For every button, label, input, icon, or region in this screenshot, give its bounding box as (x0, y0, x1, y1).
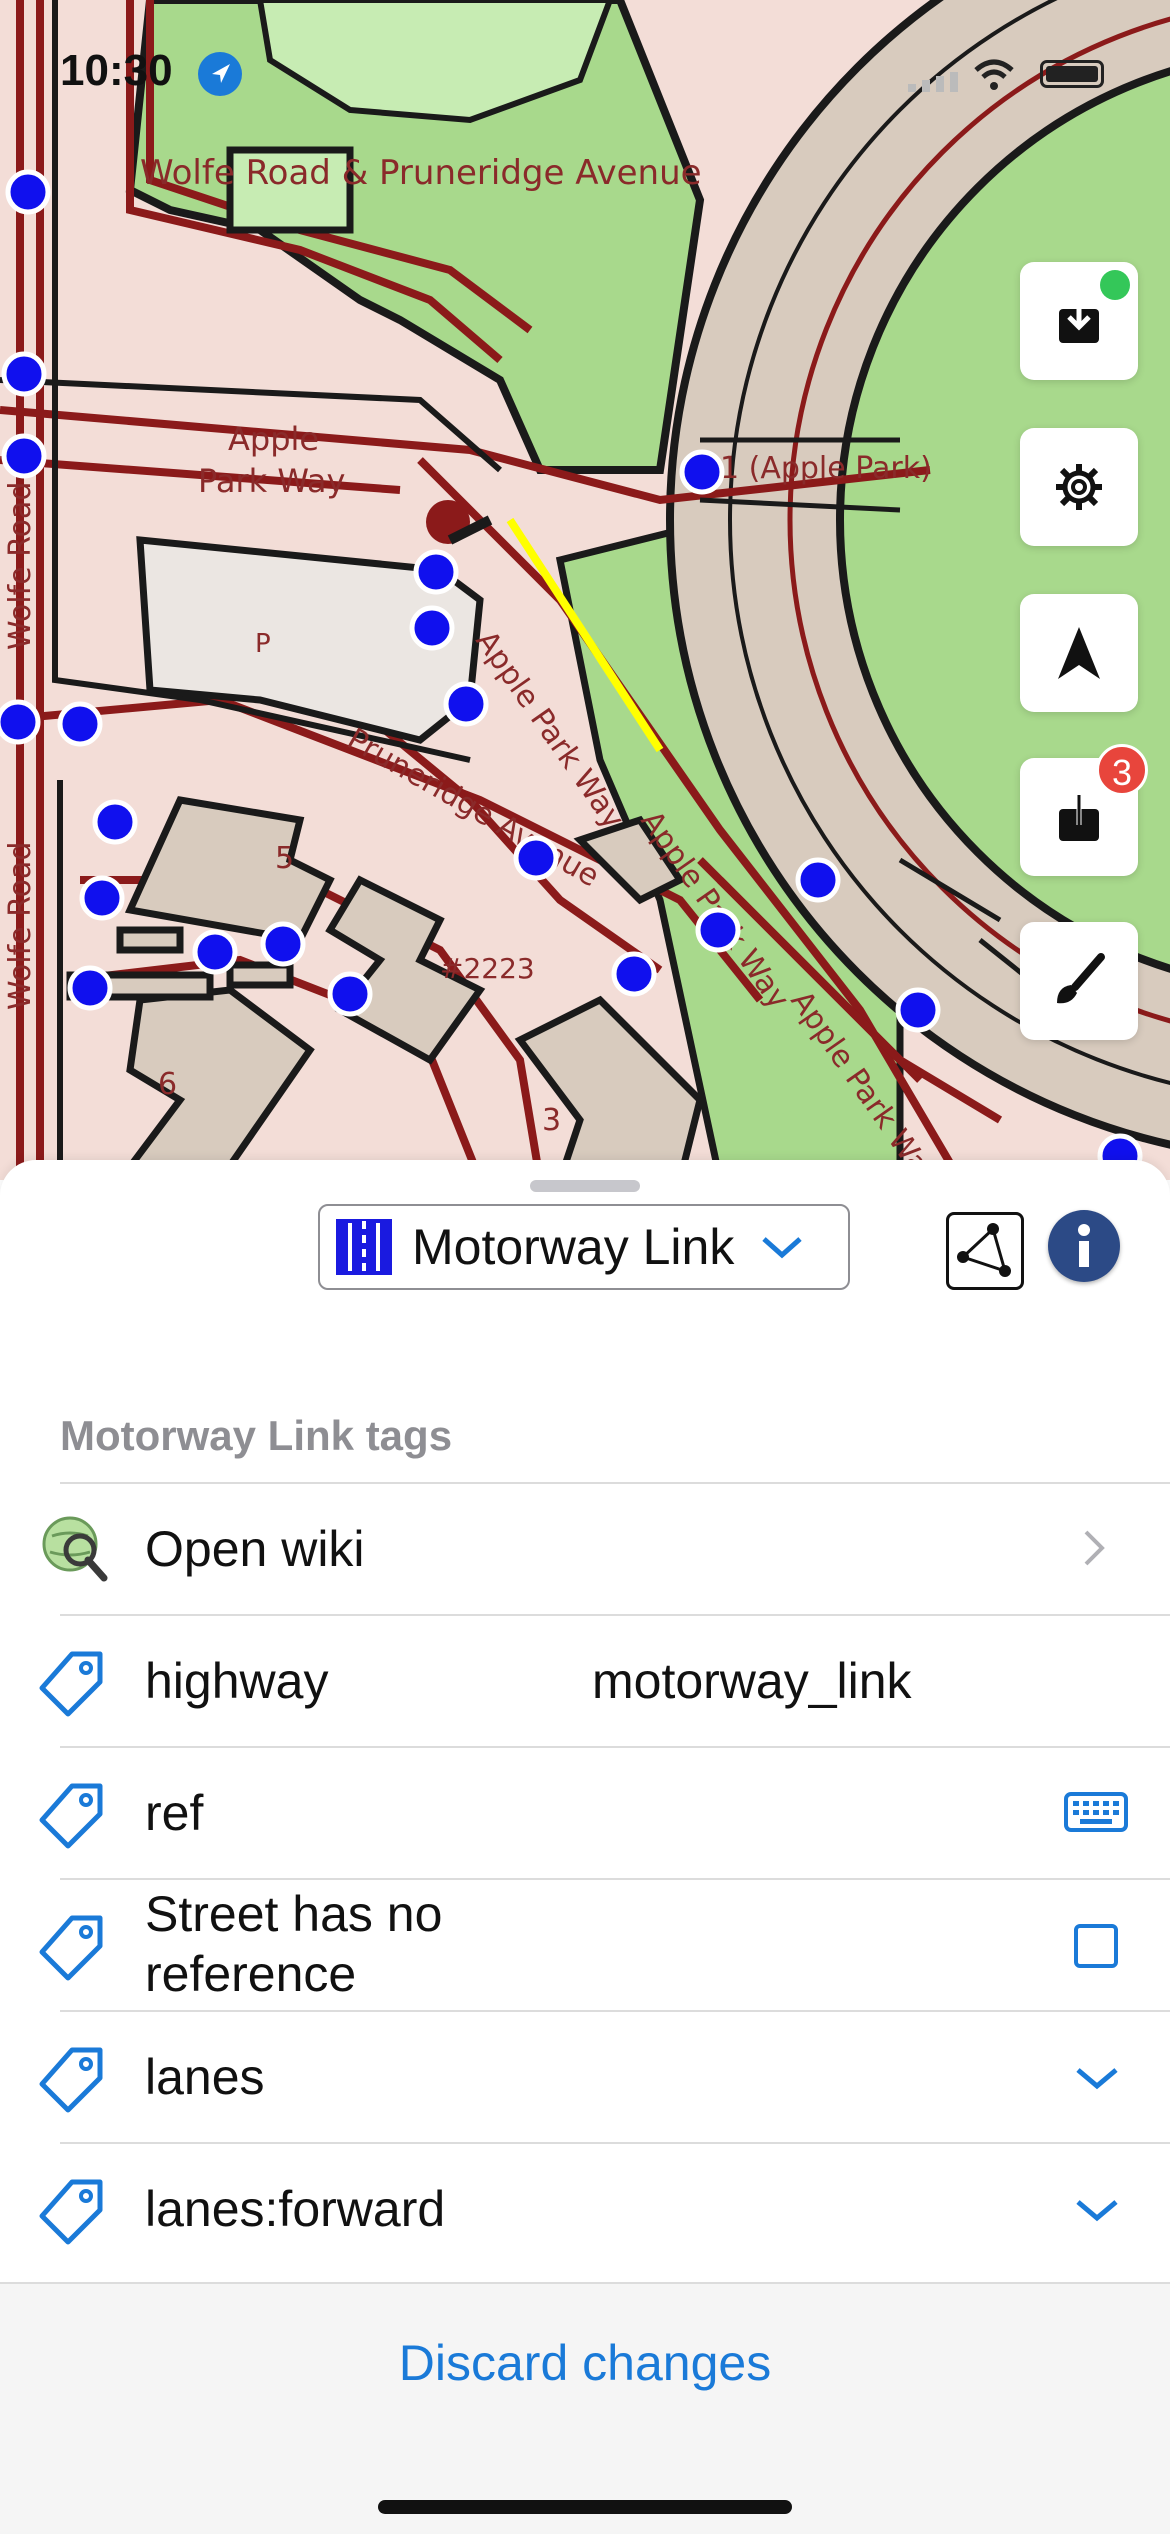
upload-button[interactable]: 3 (1020, 744, 1148, 876)
location-arrow-icon (198, 52, 242, 96)
info-button[interactable] (1048, 1210, 1120, 1282)
sheet-grabber[interactable] (530, 1180, 640, 1192)
tag-row-ref[interactable]: ref (0, 1746, 1170, 1878)
chevron-down-icon[interactable] (1074, 2064, 1120, 2092)
wiki-globe-icon (42, 1516, 108, 1582)
map-label: Wolfe Road (3, 482, 38, 650)
gear-icon (1056, 464, 1102, 510)
sheet-footer: Discard changes (0, 2282, 1170, 2534)
upload-count-badge: 3 (1096, 744, 1148, 796)
map-label: 1 (Apple Park) (720, 451, 932, 486)
tag-icon (39, 2179, 103, 2245)
chevron-down-icon (762, 1237, 803, 1259)
divider (60, 2142, 1170, 2144)
divider (60, 1746, 1170, 1748)
map-label: Wolfe Road (3, 842, 38, 1010)
discard-changes-button[interactable]: Discard changes (0, 2334, 1170, 2392)
section-header: Motorway Link tags (60, 1412, 453, 1459)
upload-icon (1059, 791, 1099, 841)
polygon-nodes-icon (957, 1223, 1011, 1277)
tag-row-lanes-forward[interactable]: lanes:forward (0, 2142, 1170, 2274)
download-status-dot (1100, 270, 1130, 300)
tag-icon (39, 1915, 103, 1981)
tag-row-lanes[interactable]: lanes (0, 2010, 1170, 2142)
download-button[interactable] (1020, 262, 1138, 380)
divider (60, 1614, 1170, 1616)
tag-row-highway[interactable]: highway motorway_link (0, 1614, 1170, 1746)
tag-icon (39, 2047, 103, 2113)
tag-key: highway (145, 1653, 329, 1709)
edit-style-button[interactable] (1020, 922, 1138, 1040)
tag-row-noref[interactable]: Street has no reference (0, 1878, 1170, 2010)
battery-icon (1040, 60, 1104, 88)
geometry-button[interactable] (946, 1212, 1024, 1290)
noref-checkbox[interactable] (1074, 1924, 1118, 1968)
tag-icon (39, 1783, 103, 1849)
feature-type-select[interactable]: Motorway Link (318, 1204, 850, 1290)
row-key: Open wiki (145, 1521, 365, 1577)
wifi-icon (972, 58, 1016, 97)
tag-icon (39, 1651, 103, 1717)
divider (60, 1878, 1170, 1880)
download-icon (1059, 299, 1099, 343)
map-label: Wolfe Road & Pruneridge Avenue (140, 153, 702, 193)
map-view[interactable]: Wolfe Road & Pruneridge Avenue Apple Par… (0, 0, 1170, 1180)
navigate-button[interactable] (1020, 594, 1138, 712)
map-label: 6 (158, 1067, 177, 1102)
map-label: 5 (275, 841, 294, 876)
paintbrush-icon (1057, 953, 1105, 1004)
tag-value[interactable]: motorway_link (592, 1652, 912, 1710)
chevron-down-icon[interactable] (1074, 2196, 1120, 2224)
motorway-link-icon (336, 1219, 392, 1275)
divider (60, 2010, 1170, 2012)
open-wiki-row[interactable]: Open wiki (0, 1482, 1170, 1614)
info-icon (1078, 1224, 1090, 1267)
chevron-right-icon (1084, 1530, 1105, 1566)
map-label: #2223 (440, 952, 535, 985)
map-label: P (255, 629, 271, 659)
navigation-arrow-icon (1058, 627, 1100, 679)
tag-key: lanes (145, 2049, 265, 2105)
tag-key: ref (145, 1785, 204, 1841)
settings-button[interactable] (1020, 428, 1138, 546)
map-label: Apple (228, 420, 319, 458)
home-indicator[interactable] (378, 2500, 792, 2514)
keyboard-icon[interactable] (1064, 1792, 1128, 1832)
map-label: Park Way (198, 462, 345, 500)
tag-key: lanes:forward (145, 2181, 446, 2237)
map-label: 3 (542, 1103, 561, 1138)
status-time: 10:30 (60, 46, 173, 95)
divider (60, 1482, 1170, 1484)
signal-icon (908, 72, 962, 97)
tag-key: Street has no reference (145, 1886, 443, 2002)
feature-type-label: Motorway Link (412, 1219, 735, 1275)
